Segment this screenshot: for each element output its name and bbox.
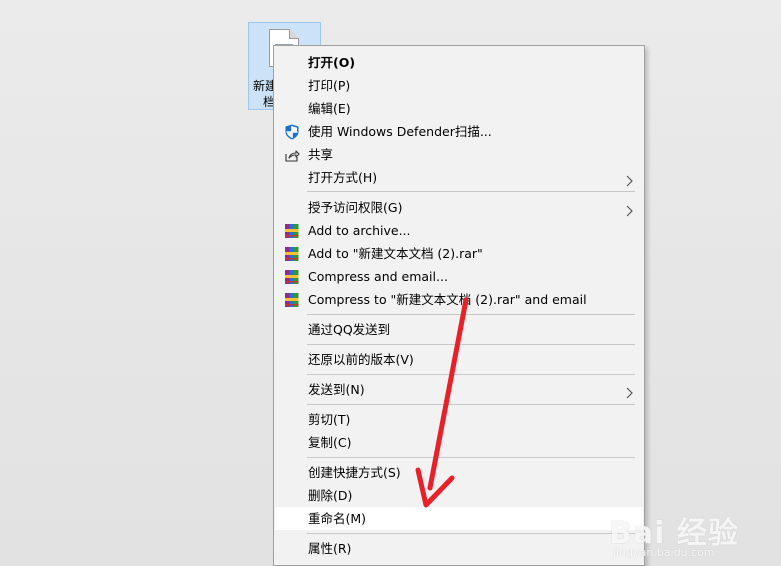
menu-item-label: 通过QQ发送到 bbox=[308, 322, 391, 337]
menu-item-label: 共享 bbox=[308, 147, 334, 162]
menu-item-open[interactable]: 打开(O) bbox=[275, 51, 643, 74]
menu-separator bbox=[307, 314, 635, 315]
context-menu: 打开(O) 打印(P) 编辑(E) 使用 Windows Defender扫描.… bbox=[273, 45, 645, 566]
menu-separator bbox=[307, 374, 635, 375]
winrar-icon bbox=[284, 269, 300, 285]
menu-item-compress-and-email[interactable]: Compress and email... bbox=[275, 265, 643, 288]
winrar-icon bbox=[284, 246, 300, 262]
menu-item-label: 发送到(N) bbox=[308, 382, 365, 397]
menu-item-add-to-archive[interactable]: Add to archive... bbox=[275, 219, 643, 242]
menu-item-edit[interactable]: 编辑(E) bbox=[275, 97, 643, 120]
menu-item-send-to[interactable]: 发送到(N) bbox=[275, 378, 643, 401]
menu-item-label: 打开(O) bbox=[308, 55, 356, 70]
menu-item-label: 使用 Windows Defender扫描... bbox=[308, 124, 492, 139]
menu-item-label: 复制(C) bbox=[308, 435, 352, 450]
menu-separator bbox=[307, 404, 635, 405]
menu-item-label: 创建快捷方式(S) bbox=[308, 465, 401, 480]
menu-item-cut[interactable]: 剪切(T) bbox=[275, 408, 643, 431]
menu-item-print[interactable]: 打印(P) bbox=[275, 74, 643, 97]
chevron-right-icon bbox=[625, 202, 635, 217]
menu-item-rename[interactable]: 重命名(M) bbox=[275, 507, 643, 530]
menu-separator bbox=[307, 191, 635, 192]
menu-item-label: 打开方式(H) bbox=[308, 170, 378, 185]
winrar-icon bbox=[284, 223, 300, 239]
menu-item-copy[interactable]: 复制(C) bbox=[275, 431, 643, 454]
menu-separator bbox=[307, 344, 635, 345]
menu-item-label: 打印(P) bbox=[308, 78, 351, 93]
menu-item-label: Compress and email... bbox=[308, 269, 448, 284]
menu-item-add-to-rar[interactable]: Add to "新建文本文档 (2).rar" bbox=[275, 242, 643, 265]
menu-item-properties[interactable]: 属性(R) bbox=[275, 537, 643, 560]
menu-item-share[interactable]: 共享 bbox=[275, 143, 643, 166]
menu-item-label: Add to archive... bbox=[308, 223, 411, 238]
menu-item-label: 编辑(E) bbox=[308, 101, 351, 116]
chevron-right-icon bbox=[625, 384, 635, 399]
menu-item-send-via-qq[interactable]: 通过QQ发送到 bbox=[275, 318, 643, 341]
menu-separator bbox=[307, 457, 635, 458]
menu-separator bbox=[307, 533, 635, 534]
menu-item-create-shortcut[interactable]: 创建快捷方式(S) bbox=[275, 461, 643, 484]
desktop: 新建 档 打开(O) 打印(P) 编辑(E) 使用 Windows Defend… bbox=[0, 0, 781, 566]
windows-defender-shield-icon bbox=[284, 124, 300, 140]
menu-item-label: Compress to "新建文本文档 (2).rar" and email bbox=[308, 292, 587, 307]
menu-item-delete[interactable]: 删除(D) bbox=[275, 484, 643, 507]
menu-item-label: 还原以前的版本(V) bbox=[308, 352, 414, 367]
menu-item-grant-access[interactable]: 授予访问权限(G) bbox=[275, 196, 643, 219]
menu-item-open-with[interactable]: 打开方式(H) bbox=[275, 166, 643, 189]
menu-item-label: 授予访问权限(G) bbox=[308, 200, 403, 215]
menu-item-label: 重命名(M) bbox=[308, 511, 367, 526]
menu-item-restore-previous-versions[interactable]: 还原以前的版本(V) bbox=[275, 348, 643, 371]
menu-item-label: Add to "新建文本文档 (2).rar" bbox=[308, 246, 483, 261]
menu-item-label: 剪切(T) bbox=[308, 412, 351, 427]
menu-item-compress-to-rar-and-email[interactable]: Compress to "新建文本文档 (2).rar" and email bbox=[275, 288, 643, 311]
winrar-icon bbox=[284, 292, 300, 308]
chevron-right-icon bbox=[625, 172, 635, 187]
menu-item-label: 属性(R) bbox=[308, 541, 352, 556]
menu-item-defender-scan[interactable]: 使用 Windows Defender扫描... bbox=[275, 120, 643, 143]
menu-item-label: 删除(D) bbox=[308, 488, 353, 503]
share-icon bbox=[284, 147, 300, 163]
